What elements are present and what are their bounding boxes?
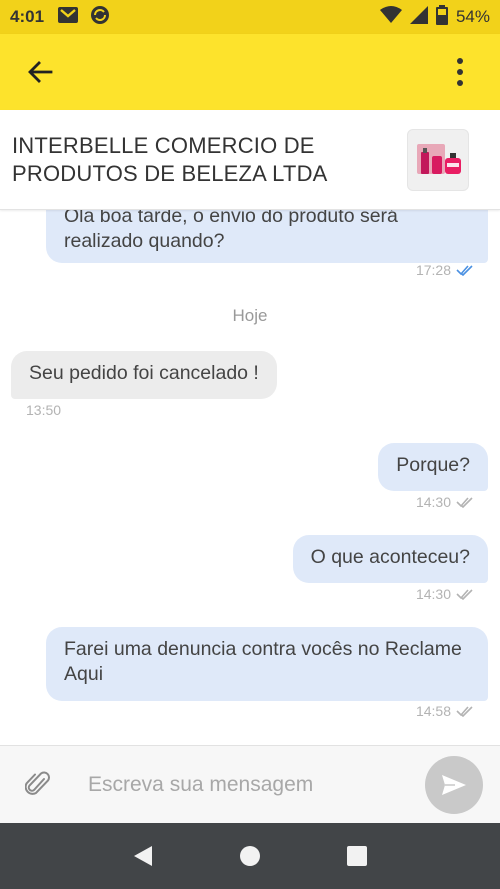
send-button[interactable] [425, 755, 483, 814]
back-button[interactable] [0, 34, 80, 110]
message-meta: 17:28 [416, 262, 474, 278]
message-meta: 14:30 [416, 494, 474, 510]
message-meta: 13:50 [26, 402, 61, 418]
recents-square-icon [346, 846, 367, 866]
seller-name: INTERBELLE COMERCIO DE PRODUTOS DE BELEZ… [12, 132, 328, 186]
message-bubble-outgoing[interactable]: Farei uma denuncia contra vocês no Recla… [46, 627, 488, 701]
status-bar: 4:01 54% [0, 0, 500, 34]
nav-recents-button[interactable] [327, 826, 387, 886]
chat-messages[interactable]: Ola boa tarde, o envio do produto será r… [0, 210, 500, 745]
attach-button[interactable] [0, 746, 76, 824]
message-bubble-outgoing[interactable]: Ola boa tarde, o envio do produto será r… [46, 210, 488, 263]
double-check-icon [456, 589, 473, 600]
status-system-icons: 54% [379, 4, 490, 30]
more-options-button[interactable] [420, 34, 500, 110]
message-time: 14:30 [415, 586, 451, 602]
signal-icon [409, 5, 428, 29]
home-circle-icon [239, 846, 260, 866]
message-input[interactable] [76, 759, 425, 810]
sync-app-icon [90, 5, 110, 30]
arrow-back-icon [28, 61, 53, 83]
wifi-icon [379, 5, 402, 29]
message-time: 17:28 [415, 262, 451, 278]
message-bubble-outgoing[interactable]: Porque? [378, 443, 488, 491]
message-text: Porque? [396, 454, 470, 476]
nav-home-button[interactable] [220, 826, 280, 886]
seller-header[interactable]: INTERBELLE COMERCIO DE PRODUTOS DE BELEZ… [0, 110, 500, 210]
status-notification-icons [58, 5, 110, 30]
system-nav-bar [0, 823, 500, 889]
double-check-read-icon [456, 265, 473, 276]
message-meta: 14:30 [416, 586, 474, 602]
message-text: Farei uma denuncia contra vocês no Recla… [64, 638, 462, 685]
message-bubble-outgoing[interactable]: O que aconteceu? [292, 535, 488, 583]
message-text: Seu pedido foi cancelado ! [29, 362, 259, 384]
message-composer [0, 745, 500, 823]
message-text: O que aconteceu? [310, 546, 470, 568]
more-vert-icon [457, 58, 463, 86]
double-check-icon [456, 497, 473, 508]
date-separator: Hoje [232, 306, 268, 325]
message-time: 14:58 [415, 703, 451, 719]
product-thumbnail[interactable] [407, 128, 469, 191]
status-time: 4:01 [10, 7, 45, 26]
message-text: Ola boa tarde, o envio do produto será r… [64, 210, 398, 252]
send-icon [442, 774, 466, 795]
battery-percentage: 54% [455, 7, 490, 26]
battery-icon [435, 4, 448, 30]
back-triangle-icon [134, 846, 153, 866]
message-time: 13:50 [26, 402, 62, 418]
message-meta: 14:58 [416, 703, 474, 719]
app-bar [0, 34, 500, 110]
message-bubble-incoming[interactable]: Seu pedido foi cancelado ! [11, 351, 277, 399]
gmail-icon [58, 6, 79, 28]
nav-back-button[interactable] [113, 826, 173, 886]
paperclip-icon [25, 771, 50, 795]
double-check-icon [456, 706, 473, 717]
message-time: 14:30 [415, 494, 451, 510]
